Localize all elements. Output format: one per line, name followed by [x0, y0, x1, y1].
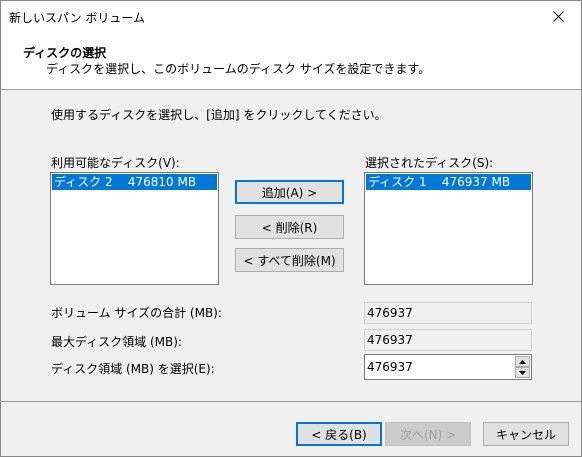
selected-disks-label: 選択されたディスク(S): [365, 156, 494, 170]
header-subtitle: ディスクを選択し、このボリュームのディスク サイズを設定できます。 [46, 62, 431, 76]
close-button[interactable] [535, 1, 581, 32]
spin-up-button[interactable] [515, 356, 530, 367]
cancel-button[interactable]: キャンセル [483, 422, 569, 446]
available-disks-list[interactable]: ディスク 2 476810 MB [50, 172, 219, 285]
wizard-footer: < 戻る(B) 次へ(N) > キャンセル [1, 402, 581, 456]
chevron-up-icon [519, 359, 526, 364]
selected-disks-list[interactable]: ディスク 1 476937 MB [364, 172, 533, 285]
select-space-label: ディスク領域 (MB) を選択(E): [51, 362, 215, 376]
total-size-label: ボリューム サイズの合計 (MB): [51, 306, 222, 320]
list-item[interactable]: ディスク 2 476810 MB [52, 174, 217, 190]
space-input[interactable] [367, 358, 507, 376]
remove-all-button[interactable]: < すべて削除(M) [235, 248, 344, 272]
space-stepper[interactable] [364, 354, 532, 380]
spin-buttons [515, 356, 530, 378]
header-title: ディスクの選択 [23, 46, 107, 60]
list-item[interactable]: ディスク 1 476937 MB [366, 174, 531, 190]
remove-button[interactable]: < 削除(R) [235, 215, 344, 239]
back-button[interactable]: < 戻る(B) [296, 422, 382, 446]
next-button[interactable]: 次へ(N) > [385, 422, 471, 446]
window-title: 新しいスパン ボリューム [9, 11, 146, 25]
max-space-label: 最大ディスク領域 (MB): [51, 335, 182, 349]
spin-down-button[interactable] [515, 367, 530, 378]
wizard-header: ディスクの選択 ディスクを選択し、このボリュームのディスク サイズを設定できます… [1, 32, 581, 90]
max-space-value: 476937 [364, 329, 532, 351]
available-disks-label: 利用可能なディスク(V): [51, 156, 180, 170]
dialog-window: 新しいスパン ボリューム ディスクの選択 ディスクを選択し、このボリュームのディ… [0, 0, 582, 457]
close-icon [552, 11, 564, 22]
total-size-value: 476937 [364, 302, 532, 324]
title-bar: 新しいスパン ボリューム [1, 1, 581, 32]
instruction-text: 使用するディスクを選択し、[追加] をクリックしてください。 [51, 108, 387, 122]
add-button[interactable]: 追加(A) > [235, 180, 344, 204]
chevron-down-icon [519, 370, 526, 375]
